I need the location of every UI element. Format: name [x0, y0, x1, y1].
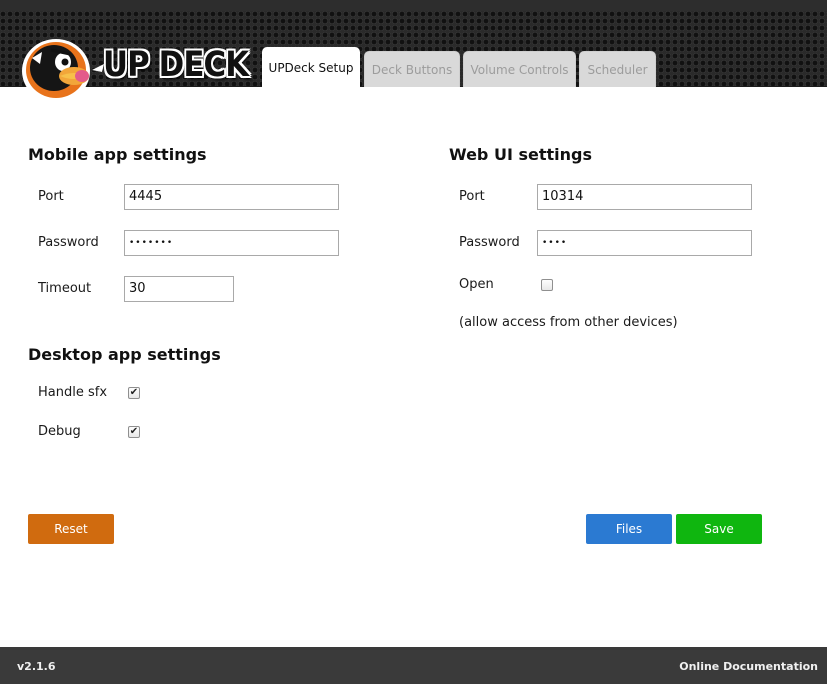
mobile-timeout-label: Timeout	[38, 281, 92, 296]
logo-wordmark: UP DECK	[103, 45, 249, 85]
webui-settings-title: Web UI settings	[449, 145, 592, 164]
mobile-settings-title: Mobile app settings	[28, 145, 207, 164]
mobile-port-input[interactable]: 4445	[124, 184, 339, 210]
webui-port-label: Port	[459, 189, 485, 204]
tab-scheduler[interactable]: Scheduler	[579, 51, 656, 87]
reset-button[interactable]: Reset	[28, 514, 114, 544]
desktop-settings-title: Desktop app settings	[28, 345, 221, 364]
tab-deck-buttons[interactable]: Deck Buttons	[364, 51, 460, 87]
webui-open-label: Open	[459, 277, 494, 292]
tab-volume-controls[interactable]: Volume Controls	[463, 51, 576, 87]
online-documentation-link[interactable]: Online Documentation	[679, 660, 818, 673]
files-button[interactable]: Files	[586, 514, 672, 544]
webui-port-input[interactable]: 10314	[537, 184, 752, 210]
mobile-port-label: Port	[38, 189, 64, 204]
mobile-timeout-input[interactable]: 30	[124, 276, 234, 302]
webui-open-note: (allow access from other devices)	[459, 315, 678, 330]
footer-bar: v2.1.6 Online Documentation	[0, 647, 827, 684]
handle-sfx-label: Handle sfx	[38, 385, 108, 400]
handle-sfx-checkbox[interactable]: ✔	[128, 387, 140, 399]
mobile-password-input[interactable]: •••••••	[124, 230, 339, 256]
webui-password-label: Password	[459, 235, 520, 250]
mobile-password-label: Password	[38, 235, 99, 250]
webui-open-checkbox[interactable]	[541, 279, 553, 291]
tab-updeck-setup[interactable]: UPDeck Setup	[262, 47, 360, 87]
version-label: v2.1.6	[17, 660, 56, 673]
window-top-bar	[0, 0, 827, 11]
webui-password-input[interactable]: ••••	[537, 230, 752, 256]
debug-checkbox[interactable]: ✔	[128, 426, 140, 438]
debug-label: Debug	[38, 424, 81, 439]
save-button[interactable]: Save	[676, 514, 762, 544]
